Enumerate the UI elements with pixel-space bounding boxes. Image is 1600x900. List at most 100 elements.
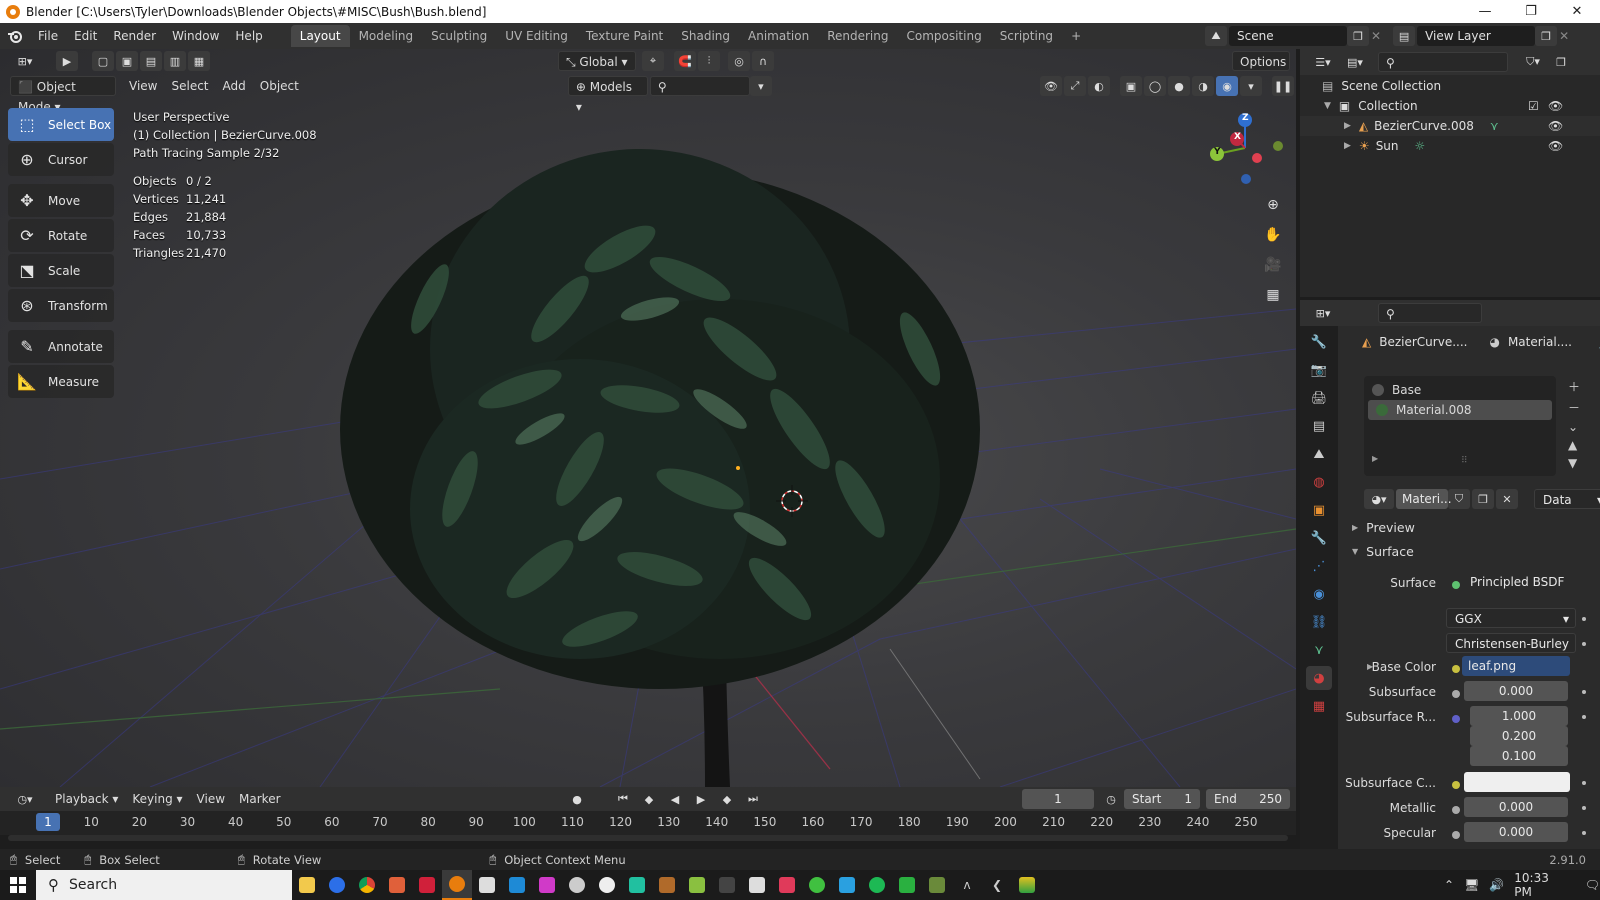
- wireframe-shading-icon[interactable]: ◯: [1144, 76, 1166, 96]
- material-slot-selected[interactable]: Material.008: [1368, 400, 1552, 420]
- app-arrow[interactable]: ❮: [982, 870, 1012, 900]
- tab-animation[interactable]: Animation: [739, 25, 818, 47]
- rendered-shading-icon[interactable]: ◉: [1216, 76, 1238, 96]
- keyframe-dot[interactable]: [1582, 831, 1586, 835]
- tab-modeling[interactable]: Modeling: [350, 25, 423, 47]
- remove-view-layer-icon[interactable]: ✕: [1559, 29, 1569, 43]
- start-frame-field[interactable]: Start 1: [1124, 789, 1200, 809]
- browse-material-icon[interactable]: ◕▾: [1364, 489, 1394, 509]
- keyframe-dot[interactable]: [1582, 806, 1586, 810]
- volume-icon[interactable]: 🔊: [1489, 878, 1504, 892]
- remove-scene-icon[interactable]: ✕: [1371, 29, 1381, 43]
- app-dark[interactable]: [712, 870, 742, 900]
- pivot-point-icon[interactable]: ⌖: [642, 51, 664, 71]
- proportional-falloff-icon[interactable]: ∩: [752, 51, 774, 71]
- tool-annotate[interactable]: ✎ Annotate: [8, 330, 114, 363]
- tool-cursor[interactable]: ⊕ Cursor: [8, 143, 114, 176]
- next-keyframe-icon[interactable]: ◆: [716, 789, 738, 809]
- material-name-field[interactable]: Materi...: [1396, 489, 1452, 509]
- messenger-app[interactable]: [322, 870, 352, 900]
- network-icon[interactable]: 🖥: [1464, 878, 1479, 892]
- marker-menu[interactable]: Marker: [232, 789, 287, 809]
- app-cyan[interactable]: [832, 870, 862, 900]
- surface-panel-header[interactable]: ▼ Surface: [1352, 544, 1414, 559]
- preview-panel-header[interactable]: ▶ Preview: [1352, 520, 1415, 535]
- playback-menu[interactable]: Playback ▾: [48, 789, 125, 809]
- duplicate-material-icon[interactable]: ❐: [1472, 489, 1494, 509]
- expand-arrow-icon[interactable]: ▶: [1344, 141, 1351, 151]
- menu-edit[interactable]: Edit: [66, 23, 105, 49]
- select-invert-icon[interactable]: ▥: [164, 51, 186, 71]
- app-pink[interactable]: [532, 870, 562, 900]
- close-button[interactable]: ✕: [1554, 0, 1600, 23]
- scene-tab-icon[interactable]: ⛰: [1306, 442, 1332, 466]
- git-app[interactable]: [382, 870, 412, 900]
- material-shading-icon[interactable]: ◑: [1192, 76, 1214, 96]
- outliner-editor-icon[interactable]: ☰▾: [1308, 52, 1338, 72]
- tool-move[interactable]: ✥ Move: [8, 184, 114, 217]
- app-lambda[interactable]: ʌ: [952, 870, 982, 900]
- pause-render-icon[interactable]: ❚❚: [1272, 76, 1294, 96]
- move-up-icon[interactable]: ▲: [1568, 438, 1580, 452]
- unlink-material-icon[interactable]: ✕: [1496, 489, 1518, 509]
- physics-tab-icon[interactable]: ◉: [1306, 582, 1332, 606]
- overlay-toggle-icon[interactable]: ◐: [1088, 76, 1110, 96]
- spotify-app[interactable]: [862, 870, 892, 900]
- move-down-icon[interactable]: ▼: [1568, 456, 1580, 470]
- render-tab-icon[interactable]: 📷: [1306, 358, 1332, 382]
- subsurface-method-dropdown[interactable]: Christensen-Burley▾: [1446, 633, 1576, 671]
- eye-icon[interactable]: 👁: [1548, 119, 1563, 133]
- subsurface-field[interactable]: 0.000: [1464, 681, 1568, 701]
- properties-search-input[interactable]: ⚲: [1378, 303, 1482, 323]
- play-icon[interactable]: ▶: [690, 789, 712, 809]
- view-layer-field[interactable]: View Layer: [1417, 26, 1536, 46]
- expand-arrow-icon[interactable]: ▶: [1372, 454, 1378, 463]
- mode-dropdown[interactable]: ⬛ Object Mode ▾: [10, 76, 116, 114]
- particles-tab-icon[interactable]: ⋰: [1306, 554, 1332, 578]
- pan-hand-icon[interactable]: ✋: [1260, 222, 1286, 248]
- remove-slot-icon[interactable]: －: [1568, 399, 1580, 416]
- steam-app[interactable]: [562, 870, 592, 900]
- editor-type-icon[interactable]: ⊞▾: [10, 51, 40, 71]
- proportional-edit-icon[interactable]: ◎: [728, 51, 750, 71]
- taskbar-search-box[interactable]: ⚲ Search: [36, 870, 292, 900]
- blender-app[interactable]: [442, 870, 472, 900]
- filter-funnel-icon[interactable]: ⛉▾: [1518, 52, 1548, 72]
- end-frame-field[interactable]: End 250: [1206, 789, 1290, 809]
- surface-shader-field[interactable]: Principled BSDF: [1462, 572, 1590, 592]
- subsurface-radius-y-field[interactable]: 0.200: [1470, 726, 1568, 746]
- app-lime[interactable]: [802, 870, 832, 900]
- subsurface-radius-x-field[interactable]: 1.000: [1470, 706, 1568, 726]
- data-tab-icon[interactable]: ⋎: [1306, 638, 1332, 662]
- snap-icon[interactable]: 🧲: [674, 51, 696, 71]
- output-tab-icon[interactable]: 🖨: [1306, 386, 1332, 410]
- eye-icon[interactable]: 👁: [1548, 139, 1563, 153]
- blender-menu-icon[interactable]: [0, 23, 30, 49]
- timeline-scrollbar[interactable]: [8, 835, 1288, 841]
- minecraft-app[interactable]: [922, 870, 952, 900]
- camera-icon[interactable]: 🎥: [1260, 252, 1286, 278]
- menu-window[interactable]: Window: [164, 23, 227, 49]
- link-dropdown[interactable]: Data ▾: [1534, 489, 1600, 509]
- select-new-icon[interactable]: ▢: [92, 51, 114, 71]
- keyframe-dot[interactable]: [1582, 617, 1586, 621]
- keyframe-dot[interactable]: [1582, 642, 1586, 646]
- app-circle[interactable]: [592, 870, 622, 900]
- keyframe-dot[interactable]: [1582, 690, 1586, 694]
- outliner-row-sun[interactable]: ▶ ☀ Sun ☼ 👁: [1300, 136, 1600, 156]
- object-menu[interactable]: Object: [253, 76, 306, 96]
- tool-rotate[interactable]: ⟳ Rotate: [8, 219, 114, 252]
- select-extend-icon[interactable]: ▣: [116, 51, 138, 71]
- new-view-layer-icon[interactable]: ❐: [1535, 26, 1558, 46]
- zoom-icon[interactable]: ⊕: [1260, 192, 1286, 218]
- keyframe-dot[interactable]: [1582, 715, 1586, 719]
- outliner-row-collection[interactable]: ▼ ▣ Collection ☑ 👁: [1300, 96, 1600, 116]
- keyframe-dot[interactable]: [1582, 781, 1586, 785]
- preview-range-icon[interactable]: ◷: [1100, 789, 1122, 809]
- tab-sculpting[interactable]: Sculpting: [422, 25, 496, 47]
- snap-target-icon[interactable]: ⫶: [698, 51, 720, 71]
- jump-end-icon[interactable]: ⏭: [742, 789, 764, 809]
- gizmo-toggle-icon[interactable]: ⤢: [1064, 76, 1086, 96]
- add-menu[interactable]: Add: [216, 76, 253, 96]
- material-slot[interactable]: Base: [1364, 380, 1556, 400]
